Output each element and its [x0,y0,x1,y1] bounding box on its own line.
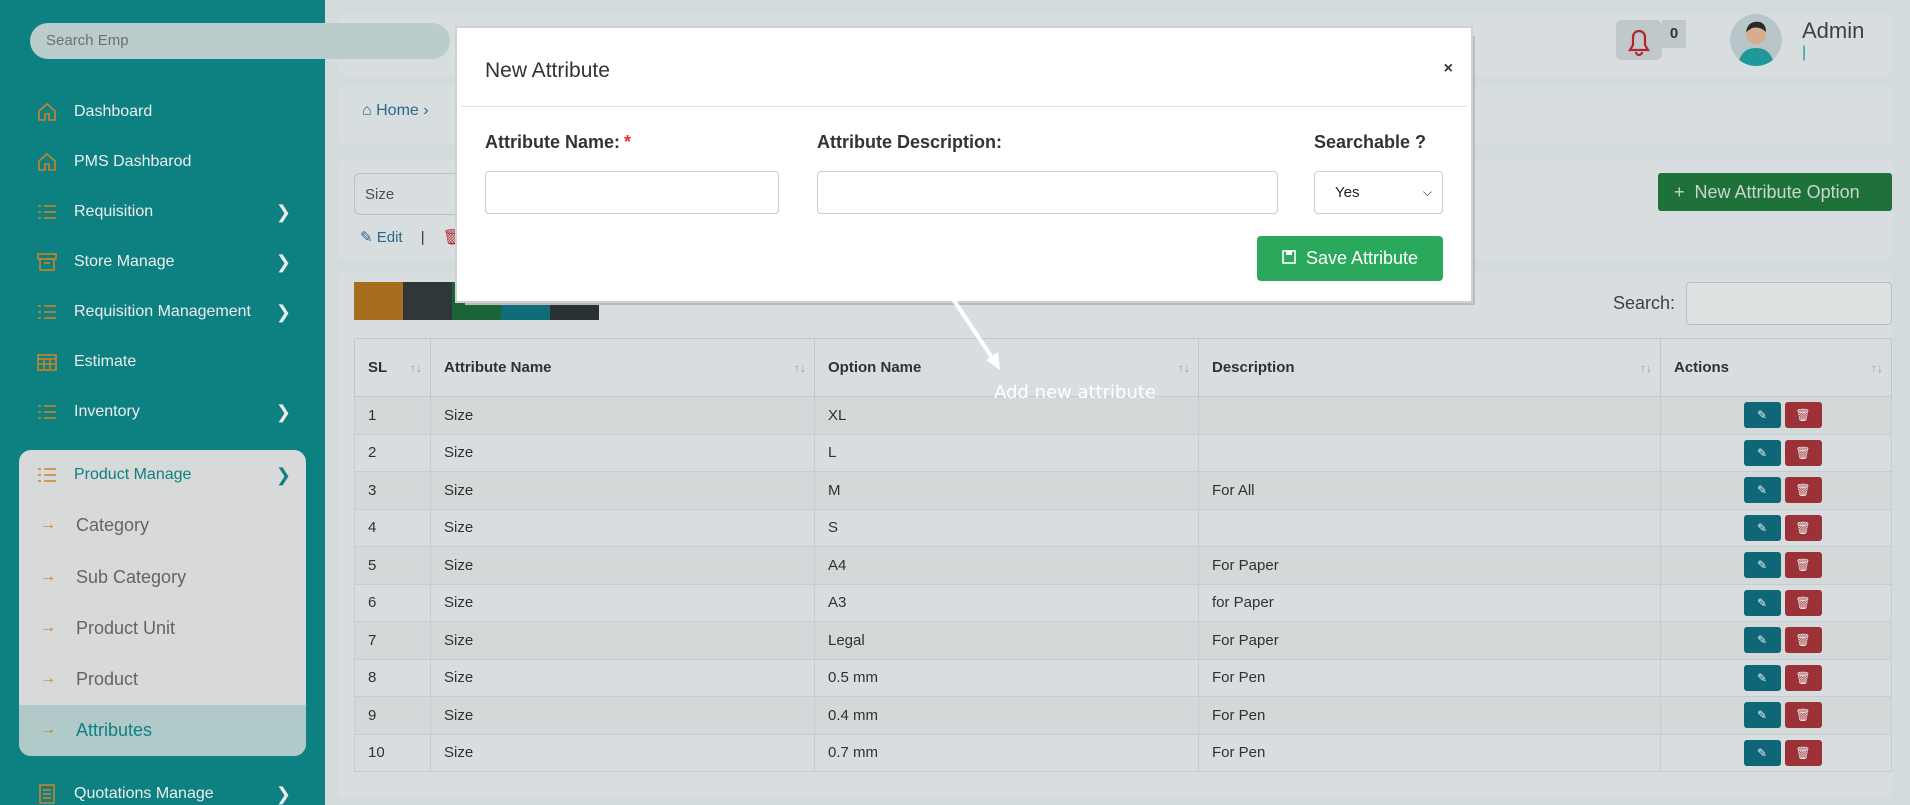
close-icon[interactable]: × [1444,60,1453,78]
save-attribute-button[interactable]: Save Attribute [1257,236,1443,281]
required-mark: * [624,132,632,152]
attribute-name-input[interactable] [485,171,779,214]
new-attribute-modal: New Attribute × Attribute Name: * Attribu… [457,28,1471,301]
searchable-select[interactable]: Yes ⌵ [1314,171,1443,214]
attribute-description-label: Attribute Description: [817,132,1003,152]
attribute-description-input[interactable] [817,171,1278,214]
save-attribute-label: Save Attribute [1305,248,1419,268]
annotation-text: Add new attribute [994,382,1157,403]
annotation-arrow [951,297,1000,370]
attribute-name-label-text: Attribute Name: [485,132,621,152]
searchable-value: Yes [1335,184,1360,201]
save-icon [1282,248,1296,269]
modal-header: New Attribute × [461,32,1467,107]
chevron-down-icon: ⌵ [1422,185,1432,199]
modal-title: New Attribute [485,59,610,82]
searchable-label: Searchable ? [1314,132,1427,152]
attribute-name-label: Attribute Name: * [485,132,631,153]
